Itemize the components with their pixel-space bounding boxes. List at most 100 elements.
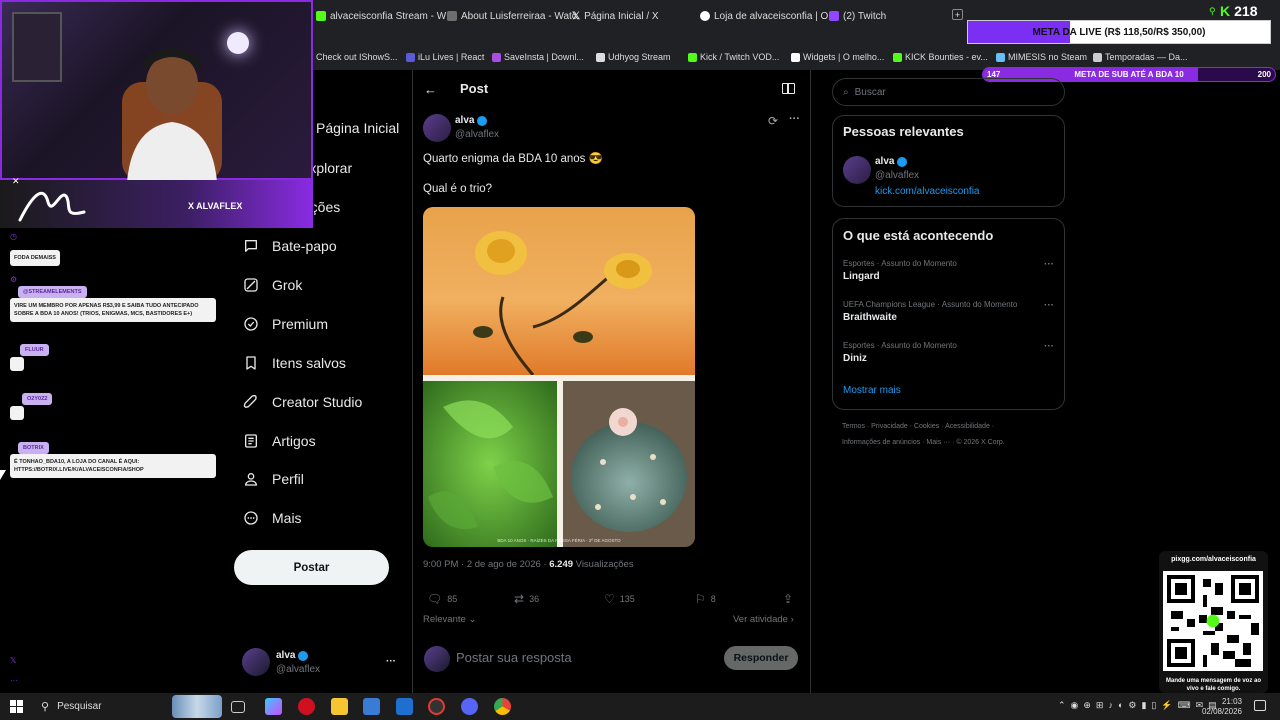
reply-submit-button[interactable]: Responder [724,646,798,670]
tab-twitch[interactable]: (2) Twitch [829,6,886,26]
nav-creator-studio[interactable]: Creator Studio [242,393,362,411]
relevant-avatar[interactable] [843,156,871,184]
task-view-icon[interactable] [231,701,245,713]
trending-card: O que está acontecendo Esportes · Assunt… [832,218,1065,410]
repost-button[interactable]: ⇄ 36 [514,592,539,606]
chrome-icon[interactable] [494,698,511,715]
notification-icon[interactable] [1254,700,1266,711]
account-name[interactable]: alva [276,650,309,661]
bookmark-4[interactable]: Udhyog Stream [596,52,671,62]
chevron-right-icon: › [790,614,794,625]
bookmark-6[interactable]: Widgets | O melho... [791,52,884,62]
chat-overlay: ◷ FODA DEMAISS ⚙ @STREAMELEMENTS VIRE UM… [0,228,230,693]
tab-about[interactable]: About Luisferreiraa - Watc [447,6,577,26]
grok-post-icon[interactable]: ⟳ [768,114,778,128]
obs-icon[interactable] [428,698,445,715]
file-explorer-icon[interactable] [331,698,348,715]
grok-icon [242,276,260,294]
like-button[interactable]: ♡ 135 [604,592,635,606]
windows-start-icon[interactable] [10,700,23,713]
bookmark-3[interactable]: SaveInsta | Downl... [492,52,584,62]
bookmark-1[interactable]: Check out IShowS... [316,52,398,62]
bookmark-7[interactable]: KICK Bounties - ev... [893,52,988,62]
bookmark-button[interactable]: ⚐ 8 [695,592,716,606]
reply-button[interactable]: 🗨︎ 85 [427,592,457,606]
clock[interactable]: 21:03 02/08/2026 [1197,697,1242,717]
bookmark-9[interactable]: Temporadas — Da... [1093,52,1188,62]
trend-item[interactable]: Esportes · Assunto do Momento Diniz [843,341,957,364]
verified-icon [298,650,309,661]
tab-shop[interactable]: Loja de alvaceisconfia | O [700,6,828,26]
chat-bubble-icon [242,237,260,255]
author-avatar[interactable] [423,114,451,142]
tab-x-home[interactable]: 𝕏 Página Inicial / X [572,6,659,26]
relevant-link[interactable]: kick.com/alvaceisconfia [875,186,979,197]
back-arrow-icon[interactable]: ← [424,82,437,97]
post-menu-icon[interactable]: ··· [789,113,800,125]
chat-message: VIRE UM MEMBRO POR APENAS R$3,99 E SAIBA… [10,298,216,322]
new-tab-button[interactable]: + [952,9,963,20]
x-small-icon: 𝕏 [10,656,17,665]
nav-home[interactable]: Página Inicial [316,120,399,136]
copilot-icon[interactable] [265,698,282,715]
discord-icon[interactable] [461,698,478,715]
relevant-handle: @alvaflex [875,170,920,181]
share-button[interactable]: ⇪ [783,592,793,606]
chat-username: BOTRIX [18,442,49,454]
bookmark-8[interactable]: MIMESIS no Steam [996,52,1087,62]
reply-icon: 🗨︎ [427,592,443,606]
verified-badge-icon [242,315,260,333]
nav-profile[interactable]: Perfil [242,470,304,488]
bookmark-5[interactable]: Kick / Twitch VOD... [688,52,779,62]
nav-bookmarks[interactable]: Itens salvos [242,354,346,372]
footer-links[interactable]: Termos · Privacidade · Cookies · Acessib… [842,423,994,430]
opera-icon[interactable] [298,698,315,715]
account-avatar[interactable] [242,648,270,676]
trend-menu-icon[interactable]: ··· [1044,341,1054,352]
reply-input[interactable]: Postar sua resposta [456,650,572,665]
search-icon: ⚲ [1209,6,1216,16]
close-icon[interactable]: ✕ [12,176,20,187]
search-highlight-image [172,695,222,718]
verified-icon [897,156,908,167]
tab-kick-stream[interactable]: alvaceisconfia Stream - W [316,6,446,26]
light-icon [227,32,249,54]
nav-more[interactable]: Mais [242,509,302,527]
show-more-link[interactable]: Mostrar mais [843,385,901,396]
share-icon: ⇪ [783,592,794,606]
streamer-handle: X ALVAFLEX [188,201,243,211]
streamer-banner: X ALVAFLEX [0,180,313,228]
live-goal-text: META DA LIVE (R$ 118,50/R$ 350,00) [1032,26,1206,38]
mail-icon[interactable] [396,698,413,715]
nav-chat[interactable]: Bate-papo [242,237,337,255]
viewer-counter: K 218 [1220,3,1258,19]
trend-item[interactable]: UEFA Champions League · Assunto do Momen… [843,300,1017,323]
trend-item[interactable]: Esportes · Assunto do Momento Lingard [843,259,957,282]
trend-menu-icon[interactable]: ··· [1044,300,1054,311]
webcam-feed [0,0,313,182]
bookmark-2[interactable]: iLu Lives | React [406,52,484,62]
sort-dropdown[interactable]: Relevante ⌄ [423,614,476,625]
relevant-name[interactable]: alva [875,156,908,167]
author-handle[interactable]: @alvaflex [455,129,499,140]
windows-taskbar: ⚲ Pesquisar ⌃◉⊕⊞♪◐⚙▮▯⚡⌨✉▤ 21:03 02/08/20… [0,693,1280,720]
account-menu-icon[interactable]: ··· [386,656,396,667]
post-image[interactable]: BDA 10 ANOS · RAÍZES DA NOSSA FÉRIA · 2º… [423,207,695,547]
more-icon: ··· [10,676,18,685]
twitch-icon [829,11,839,21]
nav-articles[interactable]: Artigos [242,432,316,450]
bookmark-icon [791,52,800,62]
nav-grok[interactable]: Grok [242,276,302,294]
bookmark-icon [492,52,501,62]
view-activity-link[interactable]: Ver atividade › [733,614,794,625]
nav-premium[interactable]: Premium [242,315,328,333]
repost-icon: ⇄ [514,592,525,606]
post-button[interactable]: Postar [234,550,389,585]
store-icon[interactable] [363,698,380,715]
trend-menu-icon[interactable]: ··· [1044,259,1054,270]
author-name[interactable]: alva [455,115,488,126]
search-input[interactable]: ⌕ Buscar [832,78,1065,106]
bookmark-icon [893,52,902,62]
footer-links-2[interactable]: Informações de anúncios · Mais ··· · © 2… [842,439,1005,446]
reader-view-icon[interactable] [782,83,795,94]
